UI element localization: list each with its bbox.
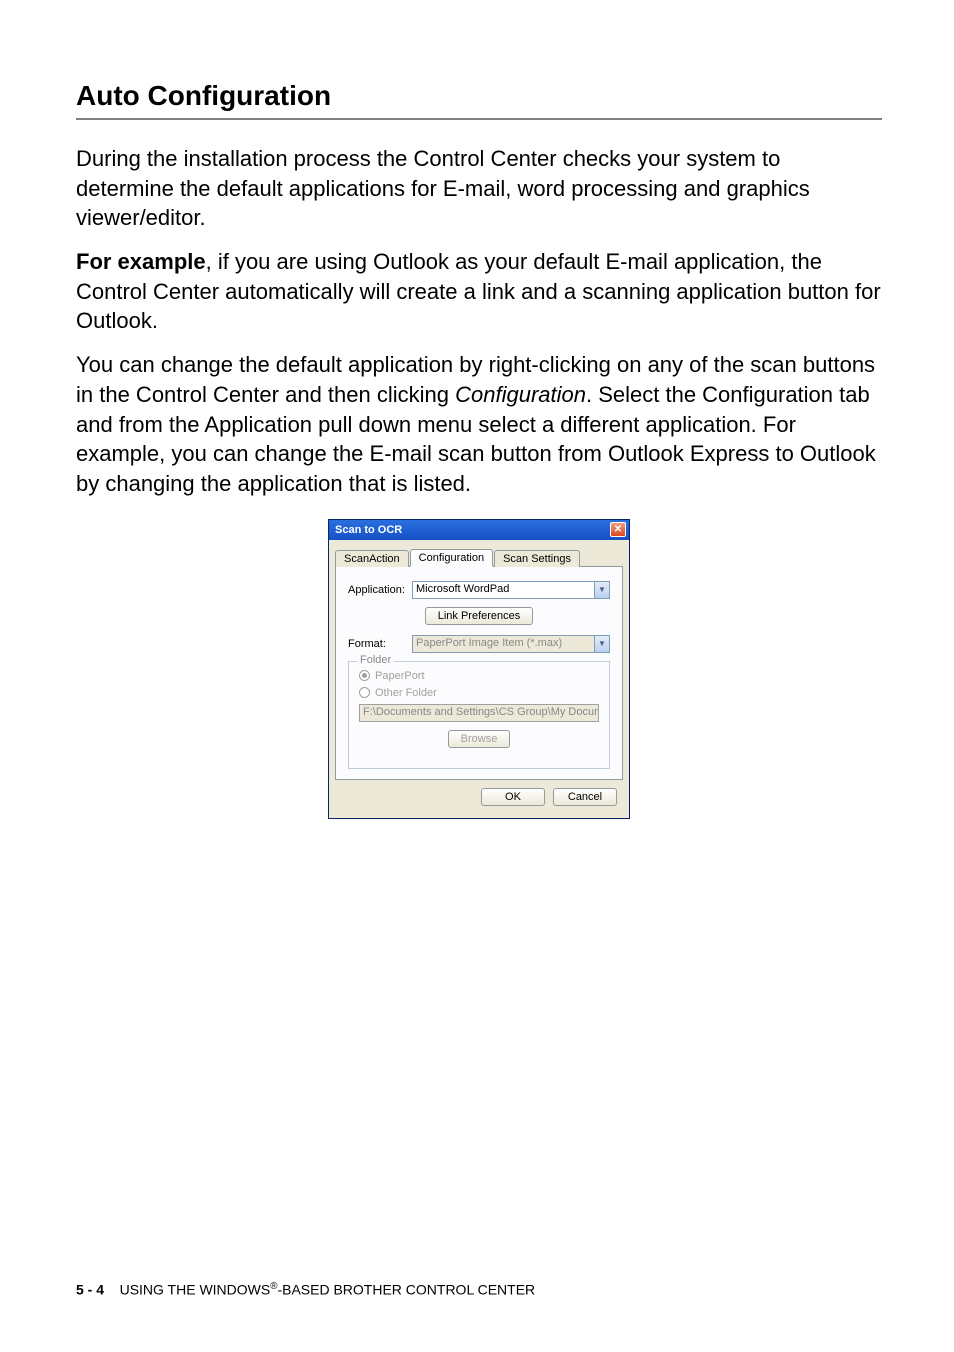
tab-scanaction[interactable]: ScanAction [335, 550, 409, 567]
application-dropdown[interactable]: Microsoft WordPad ▼ [412, 581, 610, 599]
application-value: Microsoft WordPad [416, 583, 509, 595]
page-content: Auto Configuration During the installati… [0, 0, 954, 819]
tab-scan-settings[interactable]: Scan Settings [494, 550, 580, 567]
paragraph-change-default: You can change the default application b… [76, 350, 882, 498]
format-dropdown: PaperPort Image Item (*.max) ▼ [412, 635, 610, 653]
close-icon[interactable]: ✕ [610, 522, 626, 537]
tab-configuration[interactable]: Configuration [410, 549, 493, 567]
tab-panel-configuration: Application: Microsoft WordPad ▼ Link Pr… [335, 567, 623, 780]
dialog-titlebar: Scan to OCR ✕ [329, 520, 629, 540]
application-label: Application: [348, 584, 406, 596]
scan-to-ocr-dialog: Scan to OCR ✕ ScanAction Configuration S… [328, 519, 630, 819]
folder-path-field: F:\Documents and Settings\CS Group\My Do… [359, 704, 599, 722]
radio-other-folder [359, 687, 370, 698]
browse-button: Browse [448, 730, 511, 748]
folder-legend: Folder [357, 654, 394, 666]
paragraph-example: For example, if you are using Outlook as… [76, 247, 882, 336]
for-example-lead: For example [76, 249, 206, 274]
cancel-button[interactable]: Cancel [553, 788, 617, 806]
link-preferences-row: Link Preferences [348, 607, 610, 625]
dialog-title: Scan to OCR [335, 524, 402, 536]
format-label: Format: [348, 638, 406, 650]
tab-strip: ScanAction Configuration Scan Settings [335, 548, 623, 567]
chevron-down-icon: ▼ [594, 636, 609, 652]
radio-other-row: Other Folder [359, 687, 599, 699]
section-heading: Auto Configuration [76, 80, 882, 120]
paragraph-intro: During the installation process the Cont… [76, 144, 882, 233]
browse-row: Browse [359, 730, 599, 748]
format-value: PaperPort Image Item (*.max) [416, 637, 562, 649]
folder-fieldset: Folder PaperPort Other Folder F:\Documen… [348, 661, 610, 769]
footer-text-a: USING THE WINDOWS [120, 1282, 271, 1298]
radio-paperport-label: PaperPort [375, 670, 425, 682]
format-row: Format: PaperPort Image Item (*.max) ▼ [348, 635, 610, 653]
configuration-term: Configuration [455, 382, 586, 407]
chevron-down-icon: ▼ [594, 582, 609, 598]
dialog-button-row: OK Cancel [335, 780, 623, 812]
dialog-body: ScanAction Configuration Scan Settings A… [329, 540, 629, 818]
radio-other-folder-label: Other Folder [375, 687, 437, 699]
dialog-screenshot-wrap: Scan to OCR ✕ ScanAction Configuration S… [76, 519, 882, 819]
footer-text-b: -BASED BROTHER CONTROL CENTER [277, 1282, 535, 1298]
ok-button[interactable]: OK [481, 788, 545, 806]
link-preferences-button[interactable]: Link Preferences [425, 607, 534, 625]
page-footer: 5 - 4 USING THE WINDOWS®-BASED BROTHER C… [76, 1281, 535, 1298]
page-number: 5 - 4 [76, 1282, 104, 1298]
application-row: Application: Microsoft WordPad ▼ [348, 581, 610, 599]
radio-paperport [359, 670, 370, 681]
radio-paperport-row: PaperPort [359, 670, 599, 682]
